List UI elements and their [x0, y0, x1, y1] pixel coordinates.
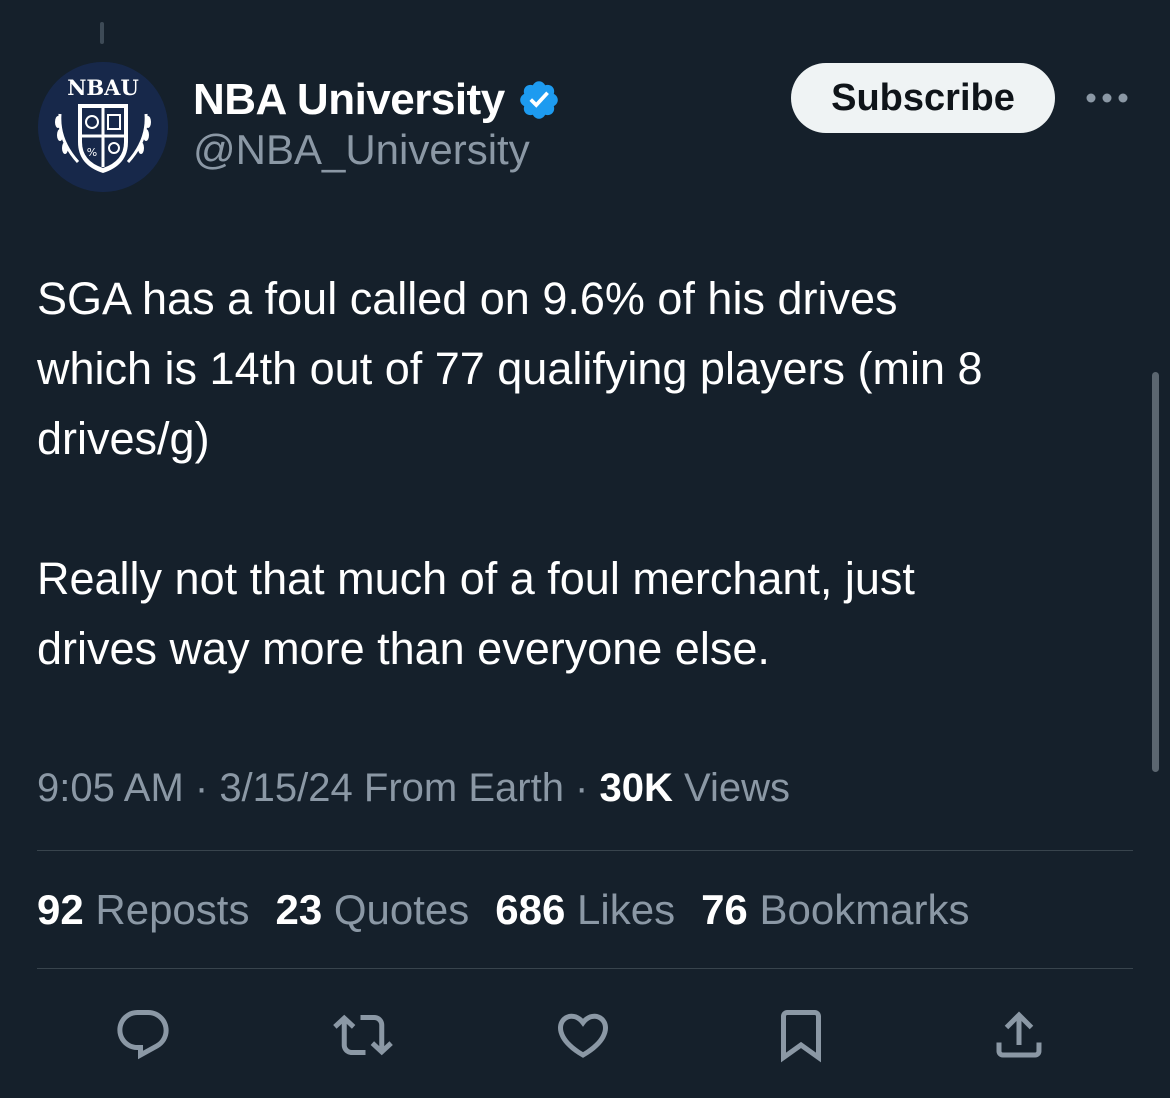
- stat-label: Bookmarks: [747, 886, 970, 933]
- user-handle[interactable]: @NBA_University: [193, 126, 530, 174]
- more-options-icon[interactable]: [1082, 83, 1132, 113]
- like-button[interactable]: [548, 1000, 618, 1070]
- stat-count: 686: [495, 886, 566, 933]
- bookmark-icon: [781, 1010, 821, 1063]
- reply-icon: [117, 1010, 169, 1060]
- bookmark-button[interactable]: [766, 1000, 836, 1070]
- stat-label: Likes: [565, 886, 676, 933]
- tweet-date[interactable]: 3/15/24: [219, 766, 352, 810]
- stat-count: 23: [275, 886, 323, 933]
- thread-connector-line: [100, 22, 104, 44]
- engagement-stats: 92 Reposts 23 Quotes 686 Likes 76 Bookma…: [37, 882, 996, 938]
- meta-separator: ·: [563, 766, 600, 810]
- tweet-action-bar: [0, 1000, 1170, 1070]
- stat-count: 92: [37, 886, 84, 933]
- avatar-crest-text: NBAU: [67, 75, 139, 100]
- display-name[interactable]: NBA University: [193, 75, 505, 125]
- divider: [37, 850, 1133, 851]
- divider: [37, 968, 1133, 969]
- avatar[interactable]: NBAU %: [38, 62, 168, 192]
- verified-badge-icon: [517, 78, 561, 122]
- repost-button[interactable]: [328, 1000, 398, 1070]
- tweet-text: SGA has a foul called on 9.6% of his dri…: [37, 264, 1137, 684]
- tweet-time[interactable]: 9:05 AM: [37, 766, 184, 810]
- tweet-paragraph: SGA has a foul called on 9.6% of his dri…: [37, 273, 983, 464]
- like-icon: [557, 1013, 609, 1058]
- tweet-source: From Earth: [352, 766, 564, 810]
- stat-label: Reposts: [83, 886, 250, 933]
- stat-label: Quotes: [322, 886, 470, 933]
- tweet-meta: 9:05 AM · 3/15/24 From Earth · 30K Views: [37, 760, 790, 816]
- svg-text:%: %: [87, 146, 97, 159]
- views-count: 30K: [599, 766, 673, 810]
- nbau-crest-logo: NBAU %: [38, 62, 168, 192]
- views-label: Views: [672, 766, 790, 810]
- stat-reposts[interactable]: 92 Reposts: [37, 882, 249, 938]
- share-icon: [996, 1011, 1042, 1058]
- repost-icon: [333, 1014, 393, 1056]
- stat-likes[interactable]: 686 Likes: [495, 882, 675, 938]
- stat-count: 76: [701, 886, 748, 933]
- stat-quotes[interactable]: 23 Quotes: [275, 882, 469, 938]
- display-name-row: NBA University: [193, 72, 561, 128]
- meta-separator: ·: [183, 766, 220, 810]
- scrollbar[interactable]: [1152, 372, 1159, 772]
- subscribe-button[interactable]: Subscribe: [791, 63, 1055, 133]
- stat-bookmarks[interactable]: 76 Bookmarks: [701, 882, 969, 938]
- tweet-paragraph: Really not that much of a foul merchant,…: [37, 553, 915, 674]
- reply-button[interactable]: [108, 1000, 178, 1070]
- share-button[interactable]: [984, 1000, 1054, 1070]
